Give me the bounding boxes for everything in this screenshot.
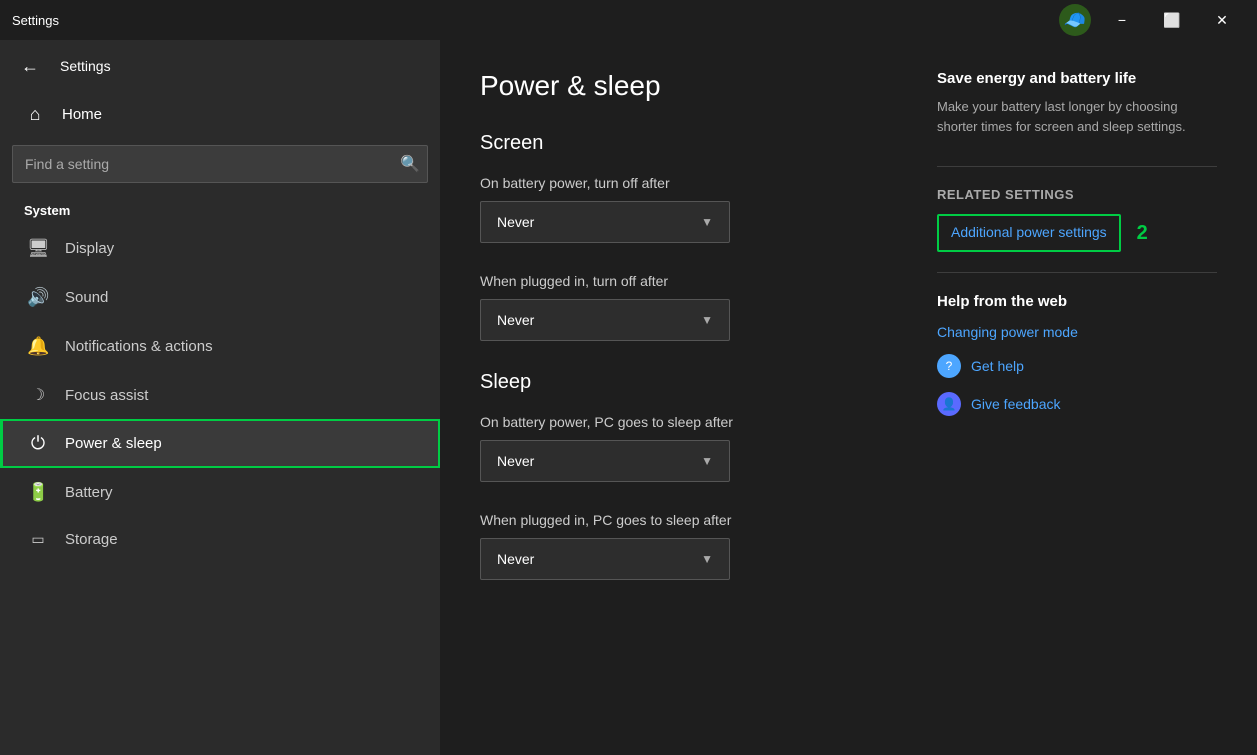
sidebar-item-power[interactable]: ⏻ Power & sleep [0,419,440,468]
screen-plugged-label: When plugged in, turn off after [480,273,877,289]
sleep-plugged-value: Never [497,551,534,567]
screen-battery-label: On battery power, turn off after [480,175,877,191]
sidebar-item-label: Focus assist [65,387,148,404]
dropdown-arrow: ▼ [701,552,713,566]
title-bar-title: Settings [12,13,59,28]
sidebar-item-home[interactable]: ⌂ Home [0,92,440,137]
give-feedback-icon: 👤 [937,392,961,416]
title-bar: Settings 🧢 − ⬜ ✕ [0,0,1257,40]
sidebar-item-notifications[interactable]: 🔔 Notifications & actions [0,322,440,371]
screen-plugged-group: When plugged in, turn off after Never ▼ [480,273,877,341]
main-layout: ← Settings ⌂ Home 🔍 System 🖥 Display 🔊 S… [0,40,1257,755]
sidebar-item-label: Home [62,106,102,123]
storage-icon: ▭ [27,531,49,548]
sidebar-item-focus[interactable]: ☽ Focus assist [0,371,440,419]
sidebar-nav-top: ← Settings [0,40,440,92]
content-area: Power & sleep Screen On battery power, t… [440,40,1257,755]
sleep-plugged-group: When plugged in, PC goes to sleep after … [480,512,877,580]
sidebar-item-label: Power & sleep [65,435,162,452]
screen-battery-value: Never [497,214,534,230]
get-help-item: ? Get help [937,354,1217,378]
screen-battery-group: On battery power, turn off after Never ▼ [480,175,877,243]
sidebar-item-label: Display [65,240,114,257]
info-title: Save energy and battery life [937,70,1217,87]
search-box: 🔍 [12,145,428,183]
screen-plugged-dropdown[interactable]: Never ▼ [480,299,730,341]
give-feedback-link[interactable]: Give feedback [971,396,1061,412]
sidebar-item-display[interactable]: 🖥 Display [0,224,440,273]
sidebar: ← Settings ⌂ Home 🔍 System 🖥 Display 🔊 S… [0,40,440,755]
sleep-battery-dropdown[interactable]: Never ▼ [480,440,730,482]
sidebar-item-battery[interactable]: 🔋 Battery [0,468,440,517]
sidebar-title: Settings [60,58,111,74]
sleep-battery-group: On battery power, PC goes to sleep after… [480,414,877,482]
help-title: Help from the web [937,293,1217,310]
title-bar-left: Settings [12,13,59,28]
sound-icon: 🔊 [27,287,49,308]
related-title: Related settings [937,187,1217,202]
sleep-battery-label: On battery power, PC goes to sleep after [480,414,877,430]
sleep-section-title: Sleep [480,371,877,394]
get-help-icon: ? [937,354,961,378]
display-icon: 🖥 [27,238,49,259]
info-desc: Make your battery last longer by choosin… [937,97,1217,136]
changing-power-link[interactable]: Changing power mode [937,324,1078,340]
divider-1 [937,166,1217,167]
screen-section-title: Screen [480,132,877,155]
battery-icon: 🔋 [27,482,49,503]
get-help-link[interactable]: Get help [971,358,1024,374]
screen-plugged-value: Never [497,312,534,328]
changing-power-item: Changing power mode [937,324,1217,340]
title-bar-controls: − ⬜ ✕ [1099,5,1245,35]
sidebar-item-label: Battery [65,484,113,501]
notifications-icon: 🔔 [27,336,49,357]
content-right: Save energy and battery life Make your b… [937,70,1217,725]
give-feedback-item: 👤 Give feedback [937,392,1217,416]
power-icon: ⏻ [27,433,49,454]
minimize-button[interactable]: − [1099,5,1145,35]
system-section-label: System [0,191,440,224]
related-settings: Related settings Additional power settin… [937,187,1217,252]
focus-icon: ☽ [27,385,49,405]
screen-battery-dropdown[interactable]: Never ▼ [480,201,730,243]
sidebar-item-storage[interactable]: ▭ Storage [0,517,440,562]
help-section: Help from the web Changing power mode ? … [937,293,1217,416]
sidebar-item-label: Notifications & actions [65,338,213,355]
dropdown-arrow: ▼ [701,215,713,229]
annotation-2: 2 [1137,222,1148,245]
info-box: Save energy and battery life Make your b… [937,70,1217,136]
sleep-plugged-label: When plugged in, PC goes to sleep after [480,512,877,528]
sleep-battery-value: Never [497,453,534,469]
close-button[interactable]: ✕ [1199,5,1245,35]
home-icon: ⌂ [24,104,46,125]
dropdown-arrow: ▼ [701,454,713,468]
sidebar-item-label: Storage [65,531,118,548]
additional-power-link[interactable]: Additional power settings [937,214,1121,252]
avatar: 🧢 [1059,4,1091,36]
search-icon-button[interactable]: 🔍 [400,154,420,174]
maximize-button[interactable]: ⬜ [1149,5,1195,35]
page-title: Power & sleep [480,70,877,102]
content-main: Power & sleep Screen On battery power, t… [480,70,877,725]
dropdown-arrow: ▼ [701,313,713,327]
back-button[interactable]: ← [12,48,48,84]
sidebar-item-label: Sound [65,289,108,306]
search-input[interactable] [12,145,428,183]
sidebar-item-sound[interactable]: 🔊 Sound [0,273,440,322]
sleep-plugged-dropdown[interactable]: Never ▼ [480,538,730,580]
additional-power-text: Additional power settings [951,224,1107,240]
divider-2 [937,272,1217,273]
